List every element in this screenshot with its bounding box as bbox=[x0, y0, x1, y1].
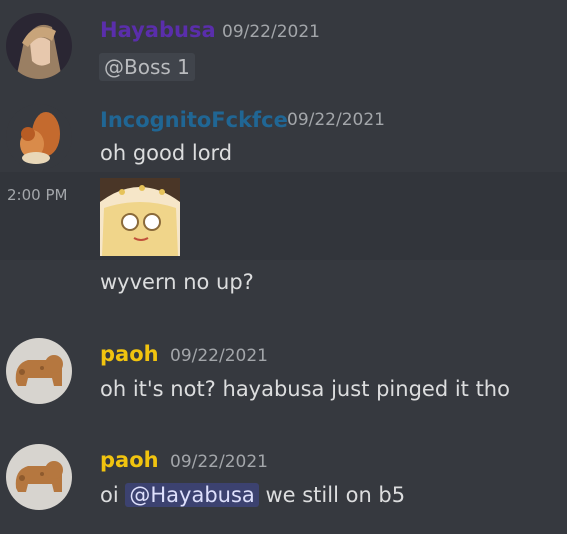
message-timestamp: 09/22/2021 bbox=[170, 346, 268, 366]
author-name[interactable]: paoh bbox=[100, 448, 159, 472]
message-timestamp: 09/22/2021 bbox=[287, 110, 385, 130]
avatar[interactable] bbox=[6, 444, 72, 510]
message-timestamp: 09/22/2021 bbox=[170, 452, 268, 472]
avatar[interactable] bbox=[6, 104, 72, 170]
message-incognito: IncognitoFckfce 09/22/2021 oh good lord bbox=[0, 98, 567, 172]
avatar[interactable] bbox=[6, 338, 72, 404]
user-mention[interactable]: @Boss 1 bbox=[99, 53, 195, 81]
message-text: oh it's not? hayabusa just pinged it tho bbox=[100, 377, 510, 401]
message-text-before: oi bbox=[100, 483, 119, 507]
emote-image[interactable] bbox=[100, 178, 180, 256]
message-paoh: paoh 09/22/2021 oh it's not? hayabusa ju… bbox=[0, 330, 567, 420]
author-name[interactable]: Hayabusa bbox=[100, 18, 216, 42]
hover-timestamp: 2:00 PM bbox=[7, 186, 68, 204]
message-paoh-2: paoh 09/22/2021 oi @Hayabusa we still on… bbox=[0, 436, 567, 534]
avatar[interactable] bbox=[6, 13, 72, 79]
author-name[interactable]: paoh bbox=[100, 342, 159, 366]
message-text: oh good lord bbox=[100, 141, 233, 165]
message-text: wyvern no up? bbox=[100, 270, 254, 294]
message-hover-row[interactable] bbox=[0, 172, 567, 260]
user-mention[interactable]: @Hayabusa bbox=[125, 483, 259, 507]
message-timestamp: 09/22/2021 bbox=[222, 22, 320, 42]
message-text-after: we still on b5 bbox=[265, 483, 406, 507]
message-text: oi @Hayabusa we still on b5 bbox=[100, 483, 405, 507]
message-hayabusa: Hayabusa 09/22/2021 @Boss 1 bbox=[0, 0, 567, 90]
author-name[interactable]: IncognitoFckfce bbox=[100, 108, 288, 132]
